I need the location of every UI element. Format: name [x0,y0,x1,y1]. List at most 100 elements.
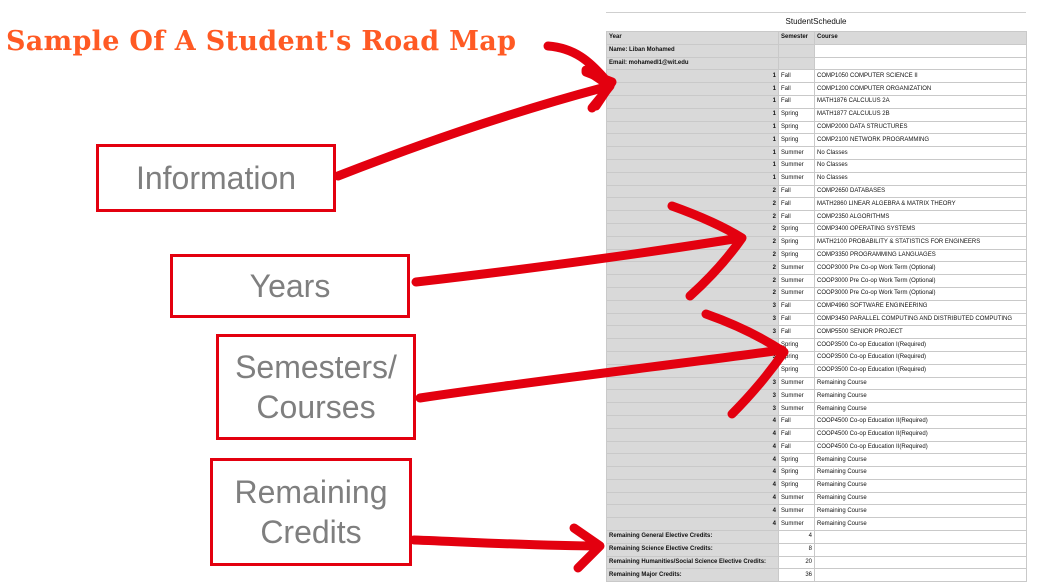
year-cell[interactable]: 4 [606,504,779,519]
year-cell[interactable]: 1 [606,171,779,186]
semester-cell[interactable]: Summer [778,286,815,301]
credits-empty-cell[interactable] [814,542,1027,557]
semester-cell[interactable]: Summer [778,158,815,173]
course-cell[interactable]: MATH2860 LINEAR ALGEBRA & MATRIX THEORY [814,197,1027,212]
semester-cell[interactable]: Spring [778,133,815,148]
year-cell[interactable]: 3 [606,389,779,404]
year-cell[interactable]: 2 [606,210,779,224]
course-cell[interactable]: COOP3500 Co-op Education I(Required) [814,350,1027,365]
semester-cell[interactable]: Spring [778,478,815,493]
course-cell[interactable]: MATH2100 PROBABILITY & STATISTICS FOR EN… [814,235,1027,250]
year-cell[interactable]: 2 [606,222,779,237]
credits-empty-cell[interactable] [814,530,1027,544]
course-cell[interactable]: COMP3400 OPERATING SYSTEMS [814,222,1027,237]
course-cell[interactable]: COMP5500 SENIOR PROJECT [814,325,1027,340]
info-label[interactable]: Name: Liban Mohamed [606,43,779,58]
credits-value[interactable]: 8 [778,542,815,557]
course-cell[interactable]: MATH1876 CALCULUS 2A [814,94,1027,109]
course-cell[interactable]: COMP3350 PROGRAMMING LANGUAGES [814,248,1027,263]
course-cell[interactable]: Remaining Course [814,491,1027,506]
info-cell[interactable] [778,56,815,71]
course-cell[interactable]: COMP2000 DATA STRUCTURES [814,120,1027,135]
year-cell[interactable]: 1 [606,146,779,160]
course-cell[interactable]: COOP3000 Pre Co-op Work Term (Optional) [814,261,1027,276]
credits-value[interactable]: 4 [778,530,815,544]
year-cell[interactable]: 4 [606,414,779,429]
course-cell[interactable]: COOP3000 Pre Co-op Work Term (Optional) [814,286,1027,301]
info-label[interactable]: Email: mohamedl1@wit.edu [606,56,779,71]
course-cell[interactable]: COMP1200 COMPUTER ORGANIZATION [814,82,1027,96]
semester-cell[interactable]: Fall [778,325,815,340]
course-cell[interactable]: Remaining Course [814,376,1027,391]
semester-cell[interactable]: Fall [778,414,815,429]
course-cell[interactable]: COOP4500 Co-op Education II(Required) [814,440,1027,455]
credits-label[interactable]: Remaining Major Credits: [606,568,779,583]
course-cell[interactable]: COMP2650 DATABASES [814,184,1027,199]
year-cell[interactable]: 2 [606,235,779,250]
semester-cell[interactable]: Fall [778,82,815,96]
semester-cell[interactable]: Summer [778,504,815,519]
course-cell[interactable]: COMP4960 SOFTWARE ENGINEERING [814,299,1027,314]
credits-empty-cell[interactable] [814,568,1027,583]
semester-cell[interactable]: Spring [778,107,815,122]
semester-cell[interactable]: Summer [778,491,815,506]
year-cell[interactable]: 1 [606,107,779,122]
semester-cell[interactable]: Summer [778,146,815,160]
info-cell[interactable] [814,56,1027,71]
year-cell[interactable]: 4 [606,427,779,442]
course-cell[interactable]: COMP2100 NETWORK PROGRAMMING [814,133,1027,148]
semester-cell[interactable]: Fall [778,299,815,314]
course-cell[interactable]: Remaining Course [814,517,1027,532]
year-cell[interactable]: 3 [606,299,779,314]
credits-label[interactable]: Remaining Science Elective Credits: [606,542,779,557]
year-cell[interactable]: 3 [606,402,779,416]
info-cell[interactable] [814,43,1027,58]
course-cell[interactable]: COOP3500 Co-op Education I(Required) [814,363,1027,378]
course-cell[interactable]: COOP4500 Co-op Education II(Required) [814,427,1027,442]
year-cell[interactable]: 1 [606,158,779,173]
course-cell[interactable]: Remaining Course [814,466,1027,480]
semester-cell[interactable]: Summer [778,402,815,416]
semester-cell[interactable]: Summer [778,517,815,532]
course-cell[interactable]: MATH1877 CALCULUS 2B [814,107,1027,122]
year-cell[interactable]: 4 [606,453,779,468]
semester-cell[interactable]: Summer [778,261,815,276]
semester-cell[interactable]: Spring [778,363,815,378]
year-cell[interactable]: 2 [606,286,779,301]
year-cell[interactable]: 2 [606,184,779,199]
semester-cell[interactable]: Fall [778,210,815,224]
year-cell[interactable]: 1 [606,133,779,148]
year-cell[interactable]: 4 [606,517,779,532]
course-cell[interactable]: Remaining Course [814,504,1027,519]
header-year[interactable]: Year [606,31,779,45]
credits-label[interactable]: Remaining General Elective Credits: [606,530,779,544]
semester-cell[interactable]: Summer [778,376,815,391]
semester-cell[interactable]: Spring [778,350,815,365]
info-cell[interactable] [778,43,815,58]
course-cell[interactable]: COOP3000 Pre Co-op Work Term (Optional) [814,274,1027,288]
semester-cell[interactable]: Spring [778,338,815,352]
year-cell[interactable]: 4 [606,478,779,493]
credits-value[interactable]: 36 [778,568,815,583]
semester-cell[interactable]: Spring [778,453,815,468]
semester-cell[interactable]: Spring [778,222,815,237]
semester-cell[interactable]: Spring [778,248,815,263]
credits-empty-cell[interactable] [814,555,1027,570]
semester-cell[interactable]: Fall [778,197,815,212]
header-course[interactable]: Course [814,31,1027,45]
year-cell[interactable]: 3 [606,350,779,365]
semester-cell[interactable]: Summer [778,389,815,404]
year-cell[interactable]: 3 [606,312,779,327]
course-cell[interactable]: Remaining Course [814,478,1027,493]
year-cell[interactable]: 2 [606,248,779,263]
year-cell[interactable]: 1 [606,82,779,96]
course-cell[interactable]: COMP2350 ALGORITHMS [814,210,1027,224]
semester-cell[interactable]: Summer [778,171,815,186]
semester-cell[interactable]: Fall [778,184,815,199]
year-cell[interactable]: 4 [606,440,779,455]
year-cell[interactable]: 3 [606,363,779,378]
course-cell[interactable]: No Classes [814,146,1027,160]
semester-cell[interactable]: Spring [778,235,815,250]
course-cell[interactable]: Remaining Course [814,402,1027,416]
course-cell[interactable]: COOP4500 Co-op Education II(Required) [814,414,1027,429]
